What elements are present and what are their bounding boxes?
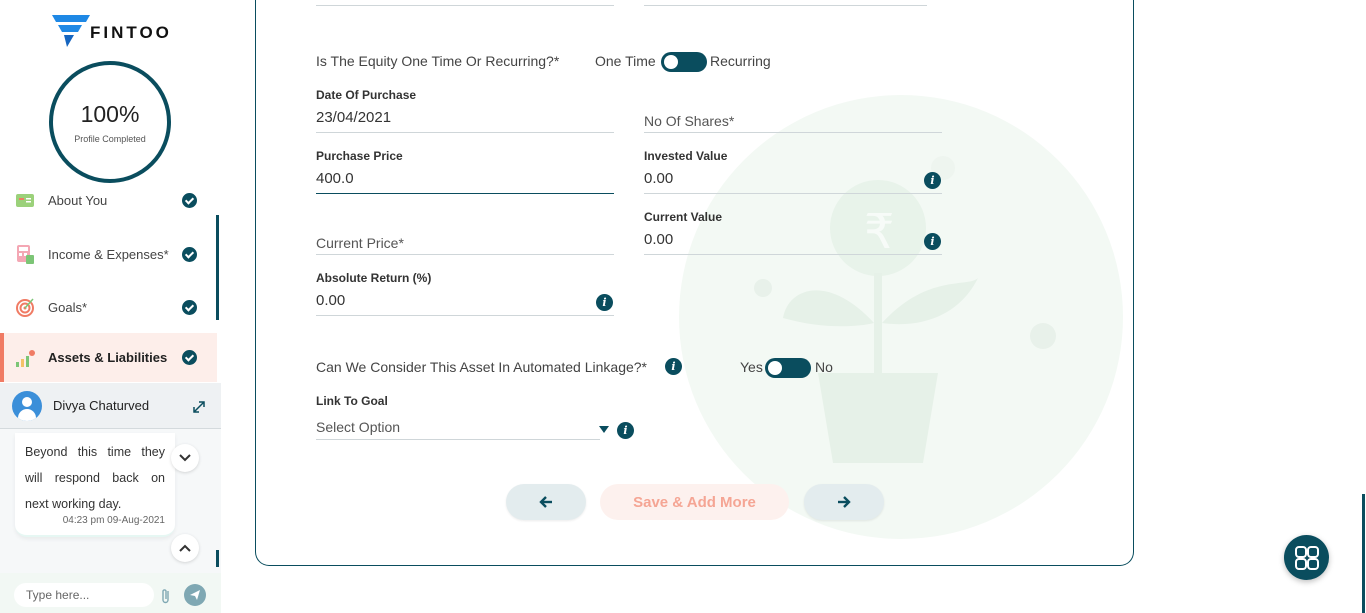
- chat-input-row: [0, 573, 221, 613]
- current-price-underline: [316, 254, 614, 255]
- scroll-down-button[interactable]: [171, 444, 199, 472]
- svg-text:₹: ₹: [864, 204, 895, 260]
- arrow-left-icon: [539, 496, 552, 508]
- date-of-purchase-field[interactable]: 23/04/2021: [316, 109, 391, 126]
- sidebar-item-label: About You: [48, 192, 108, 208]
- info-icon[interactable]: i: [617, 422, 634, 439]
- no-of-shares-field[interactable]: No Of Shares*: [644, 113, 734, 129]
- previous-button[interactable]: [506, 484, 586, 520]
- absolute-return-field[interactable]: 0.00: [316, 292, 345, 309]
- current-value-underline: [644, 254, 942, 255]
- date-of-purchase-underline: [316, 132, 614, 133]
- chat-scroll-indicator: [216, 550, 219, 567]
- app-root: FINTOO 100% Profile Completed About You: [0, 0, 1366, 613]
- link-to-goal-underline: [316, 439, 600, 440]
- chat-header[interactable]: Divya Chaturved: [0, 383, 221, 429]
- scroll-up-button[interactable]: [171, 534, 199, 562]
- save-add-more-button[interactable]: Save & Add More: [600, 484, 789, 520]
- target-icon: [16, 298, 34, 317]
- invested-value-field[interactable]: 0.00: [644, 170, 673, 187]
- info-icon[interactable]: i: [924, 233, 941, 250]
- top-field-underline-right: [644, 5, 927, 6]
- brand-name: FINTOO: [90, 23, 172, 42]
- top-field-underline-left: [316, 5, 614, 6]
- chat-message-bubble: Beyond this time they will respond back …: [15, 433, 175, 537]
- purchase-price-underline: [316, 193, 614, 194]
- fintoo-logo-icon: [52, 15, 90, 47]
- sidebar-item-about-you[interactable]: About You: [0, 180, 217, 220]
- paperclip-icon[interactable]: [159, 587, 173, 605]
- equity-type-question: Is The Equity One Time Or Recurring?*: [316, 53, 560, 69]
- next-button[interactable]: [804, 484, 884, 520]
- sidebar-item-label: Goals*: [48, 299, 88, 315]
- grid-menu-icon: [1294, 545, 1319, 570]
- purchase-price-field[interactable]: 400.0: [316, 170, 354, 187]
- toggle-label-recurring: Recurring: [710, 53, 771, 69]
- absolute-return-label: Absolute Return (%): [316, 271, 432, 285]
- sidebar: FINTOO 100% Profile Completed About You: [0, 0, 221, 613]
- sidebar-item-income-expenses[interactable]: Income & Expenses*: [0, 234, 217, 274]
- send-button[interactable]: [184, 584, 206, 606]
- chat-message-text: Beyond this time they will respond back …: [25, 445, 165, 511]
- invested-value-label: Invested Value: [644, 149, 728, 163]
- check-icon: [182, 192, 197, 208]
- toggle-label-yes: Yes: [740, 359, 763, 375]
- check-icon: [182, 246, 197, 262]
- check-icon: [182, 350, 197, 365]
- profile-progress-ring: 100% Profile Completed: [49, 61, 171, 183]
- purchase-price-label: Purchase Price: [316, 149, 403, 163]
- send-icon: [190, 590, 200, 600]
- info-icon[interactable]: i: [665, 358, 682, 375]
- toggle-label-one-time: One Time: [595, 53, 656, 69]
- chat-message-input[interactable]: [14, 583, 154, 607]
- arrow-right-icon: [838, 496, 851, 508]
- no-of-shares-underline: [644, 132, 942, 133]
- automated-linkage-question: Can We Consider This Asset In Automated …: [316, 359, 648, 375]
- chat-message-time: 04:23 pm 09-Aug-2021: [62, 515, 165, 526]
- info-icon[interactable]: i: [924, 172, 941, 189]
- info-icon[interactable]: i: [596, 294, 613, 311]
- calculator-icon: [17, 245, 34, 264]
- check-icon: [182, 299, 197, 315]
- toggle-label-no: No: [815, 359, 833, 375]
- toggle-knob: [768, 361, 782, 375]
- link-to-goal-select[interactable]: Select Option: [316, 419, 400, 435]
- id-card-icon: [16, 194, 34, 207]
- page-scrollbar[interactable]: [1362, 494, 1365, 613]
- chat-agent-name: Divya Chaturved: [53, 398, 150, 413]
- invested-value-underline: [644, 193, 942, 194]
- growth-plant-icon: [16, 349, 35, 367]
- sidebar-item-label: Income & Expenses*: [48, 246, 169, 262]
- expand-icon[interactable]: [191, 399, 207, 415]
- profile-label: Profile Completed: [74, 133, 146, 144]
- equity-type-toggle[interactable]: [661, 52, 707, 72]
- current-price-field[interactable]: Current Price*: [316, 235, 404, 251]
- caret-down-icon[interactable]: [599, 426, 609, 433]
- chat-widget: Divya Chaturved Beyond this time they wi…: [0, 383, 221, 613]
- sidebar-item-goals[interactable]: Goals*: [0, 287, 217, 327]
- avatar: [12, 391, 42, 421]
- toggle-knob: [664, 55, 678, 69]
- absolute-return-underline: [316, 315, 614, 316]
- current-value-field[interactable]: 0.00: [644, 231, 673, 248]
- date-of-purchase-label: Date Of Purchase: [316, 88, 417, 102]
- dashboard-menu-button[interactable]: [1284, 535, 1329, 580]
- sidebar-item-label: Assets & Liabilities: [48, 350, 168, 365]
- chevron-up-icon: [179, 544, 191, 552]
- brand-logo[interactable]: FINTOO: [52, 15, 169, 47]
- current-value-label: Current Value: [644, 210, 723, 224]
- sidebar-item-assets-liabilities[interactable]: Assets & Liabilities: [0, 333, 217, 382]
- profile-percent: 100%: [80, 100, 140, 127]
- link-to-goal-label: Link To Goal: [316, 394, 388, 408]
- chevron-down-icon: [179, 454, 191, 462]
- automated-linkage-toggle[interactable]: [765, 358, 811, 378]
